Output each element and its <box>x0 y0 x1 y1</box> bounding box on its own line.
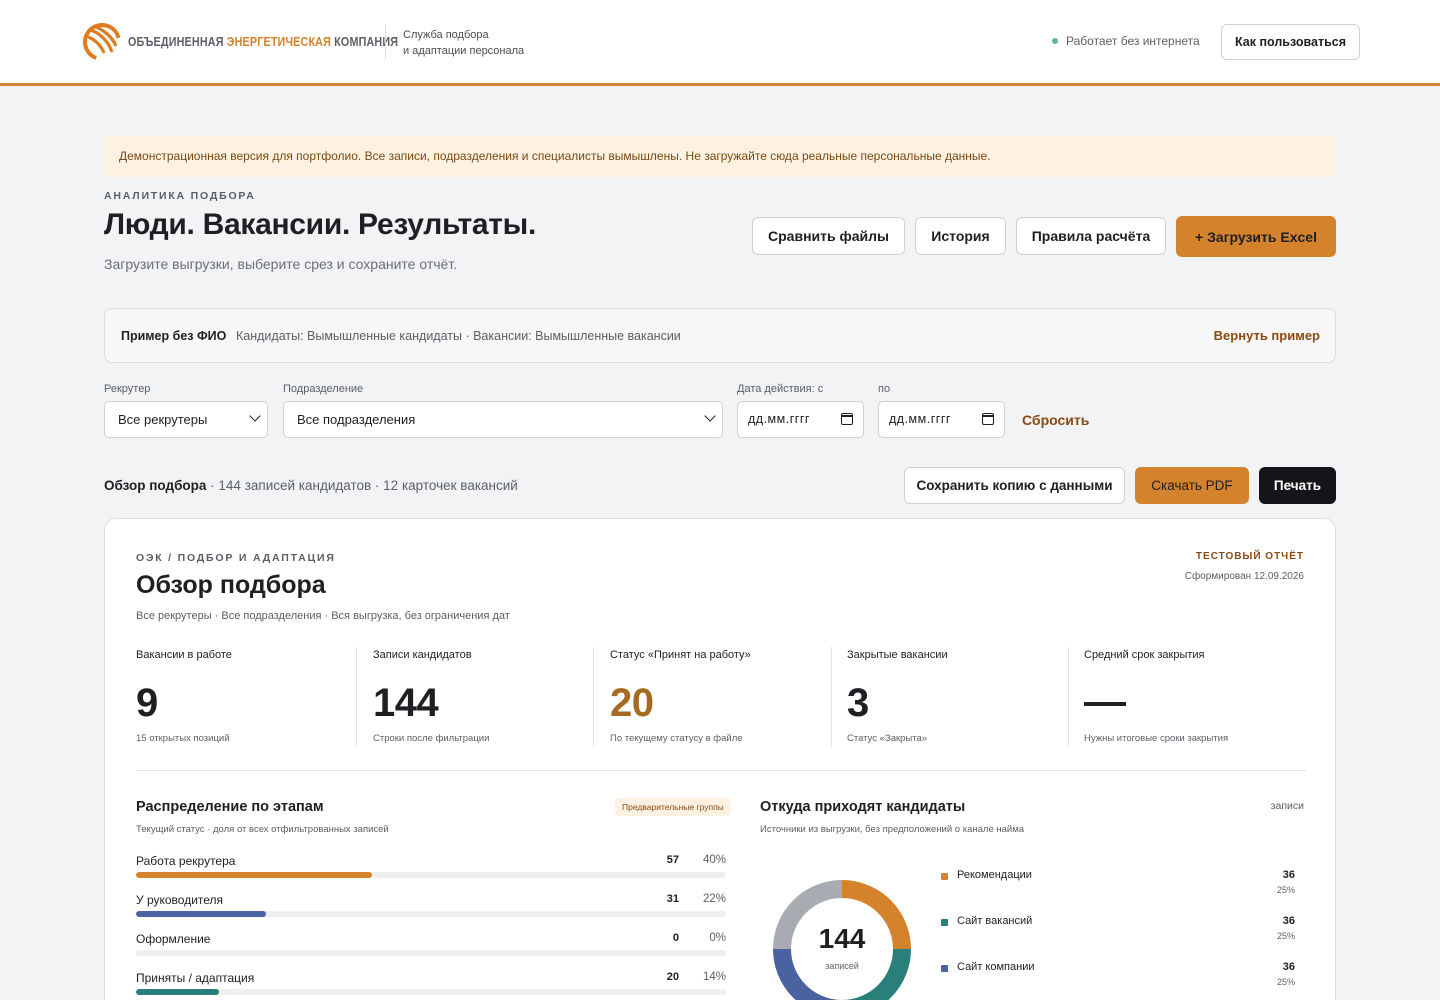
kpi-hired: Статус «Принят на работу» 20 По текущему… <box>610 649 751 744</box>
preliminary-groups-badge: Предварительные группы <box>615 798 731 816</box>
online-status: Работает без интернета <box>1052 34 1200 48</box>
donut-segment-1 <box>841 948 911 1000</box>
kpi-divider <box>831 647 832 747</box>
page-title: Люди. Вакансии. Результаты. <box>104 208 537 241</box>
legend-swatch <box>941 873 948 880</box>
stage-row: Работа рекрутера 57 40% <box>136 854 726 888</box>
department-select[interactable]: Все подразделения <box>283 401 723 438</box>
calc-rules-button[interactable]: Правила расчёта <box>1016 217 1166 255</box>
recruiter-select[interactable]: Все рекрутеры <box>104 401 268 438</box>
download-pdf-button[interactable]: Скачать PDF <box>1135 467 1249 504</box>
sources-subtitle: Источники из выгрузки, без предположений… <box>760 824 1025 835</box>
sources-title: Откуда приходят кандидаты <box>760 799 966 815</box>
stage-bar-fill <box>136 911 266 917</box>
report-title: Обзор подбора <box>136 571 326 599</box>
stage-row: Приняты / адаптация 20 14% <box>136 971 726 1000</box>
service-name: Служба подбора и адаптации персонала <box>403 29 525 57</box>
sources-unit: записи <box>1270 800 1304 812</box>
donut-segment-2 <box>773 948 843 1000</box>
overview-summary: Обзор подбора · 144 записей кандидатов ·… <box>104 478 518 493</box>
recruiter-filter-label: Рекрутер <box>104 383 151 395</box>
legend-swatch <box>941 965 948 972</box>
save-copy-button[interactable]: Сохранить копию с данными <box>904 467 1125 504</box>
stage-row: У руководителя 31 22% <box>136 893 726 927</box>
report-eyebrow: ОЭК / ПОДБОР И АДАПТАЦИЯ <box>136 552 336 564</box>
date-from-label: Дата действия: с <box>737 383 824 395</box>
kpi-open-vacancies: Вакансии в работе 9 15 открытых позиций <box>136 649 232 744</box>
demo-notice: Демонстрационная версия для портфолио. В… <box>104 136 1336 177</box>
report-generated-date: Сформирован 12.09.2026 <box>1184 571 1304 582</box>
kpi-avg-close-time: Средний срок закрытия Нужны итоговые сро… <box>1084 649 1229 744</box>
header-divider <box>385 25 386 59</box>
stages-title: Распределение по этапам <box>136 799 324 815</box>
page-eyebrow: АНАЛИТИКА ПОДБОРА <box>104 190 256 202</box>
sample-meta: Кандидаты: Вымышленные кандидаты · Вакан… <box>236 329 681 343</box>
test-report-badge: ТЕСТОВЫЙ ОТЧЁТ <box>1195 551 1304 562</box>
top-header: ОБЪЕДИНЕННАЯ ЭНЕРГЕТИЧЕСКАЯ КОМПАНИЯ Слу… <box>0 0 1440 86</box>
date-to-input[interactable]: дд.мм.гггг <box>878 401 1005 438</box>
upload-excel-button[interactable]: + Загрузить Excel <box>1176 216 1336 257</box>
donut-total-label: записей <box>825 961 859 971</box>
report-card: ОЭК / ПОДБОР И АДАПТАЦИЯ Обзор подбора В… <box>104 518 1336 1000</box>
company-logo[interactable]: ОБЪЕДИНЕННАЯ ЭНЕРГЕТИЧЕСКАЯ КОМПАНИЯ <box>82 22 442 62</box>
calendar-icon[interactable] <box>841 413 853 425</box>
section-divider <box>136 770 1306 771</box>
kpi-divider <box>1068 647 1069 747</box>
kpi-closed-vacancies: Закрытые вакансии 3 Статус «Закрыта» <box>847 649 948 744</box>
department-filter-label: Подразделение <box>283 383 364 395</box>
legend-swatch <box>941 919 948 926</box>
donut-total: 144 <box>818 923 866 954</box>
chevron-down-icon <box>704 410 716 422</box>
kpi-divider <box>593 647 594 747</box>
source-item: Сайт вакансий 36 25% <box>941 915 1307 955</box>
status-dot-icon <box>1052 38 1058 44</box>
source-item: Сайт компании 36 25% <box>941 961 1307 1000</box>
company-emblem-icon <box>83 23 121 61</box>
history-button[interactable]: История <box>915 217 1006 255</box>
calendar-icon[interactable] <box>982 413 994 425</box>
restore-sample-link[interactable]: Вернуть пример <box>1214 328 1320 343</box>
kpi-divider <box>356 647 357 747</box>
no-data-dash <box>1084 702 1126 706</box>
chevron-down-icon <box>249 410 261 422</box>
stage-bar-fill <box>136 872 372 878</box>
stage-bar-fill <box>136 989 219 995</box>
stages-subtitle: Текущий статус · доля от всех отфильтров… <box>136 824 389 835</box>
date-to-label: по <box>878 383 891 395</box>
report-scope: Все рекрутеры · Все подразделения · Вся … <box>136 610 510 622</box>
source-item: Рекомендации 36 25% <box>941 869 1307 909</box>
page-subtitle: Загрузите выгрузки, выберите срез и сохр… <box>104 256 458 272</box>
compare-files-button[interactable]: Сравнить файлы <box>752 217 905 255</box>
reset-filters-button[interactable]: Сбросить <box>1022 412 1089 428</box>
sample-name: Пример без ФИО <box>121 329 227 343</box>
sample-dataset-bar: Пример без ФИО Кандидаты: Вымышленные ка… <box>104 308 1336 363</box>
kpi-candidate-records: Записи кандидатов 144 Строки после фильт… <box>373 649 490 744</box>
print-button[interactable]: Печать <box>1259 467 1336 504</box>
date-from-input[interactable]: дд.мм.гггг <box>737 401 864 438</box>
how-to-use-button[interactable]: Как пользоваться <box>1221 24 1360 60</box>
company-name: ОБЪЕДИНЕННАЯ ЭНЕРГЕТИЧЕСКАЯ КОМПАНИЯ <box>128 35 399 49</box>
stage-row: Оформление 0 0% <box>136 932 726 966</box>
